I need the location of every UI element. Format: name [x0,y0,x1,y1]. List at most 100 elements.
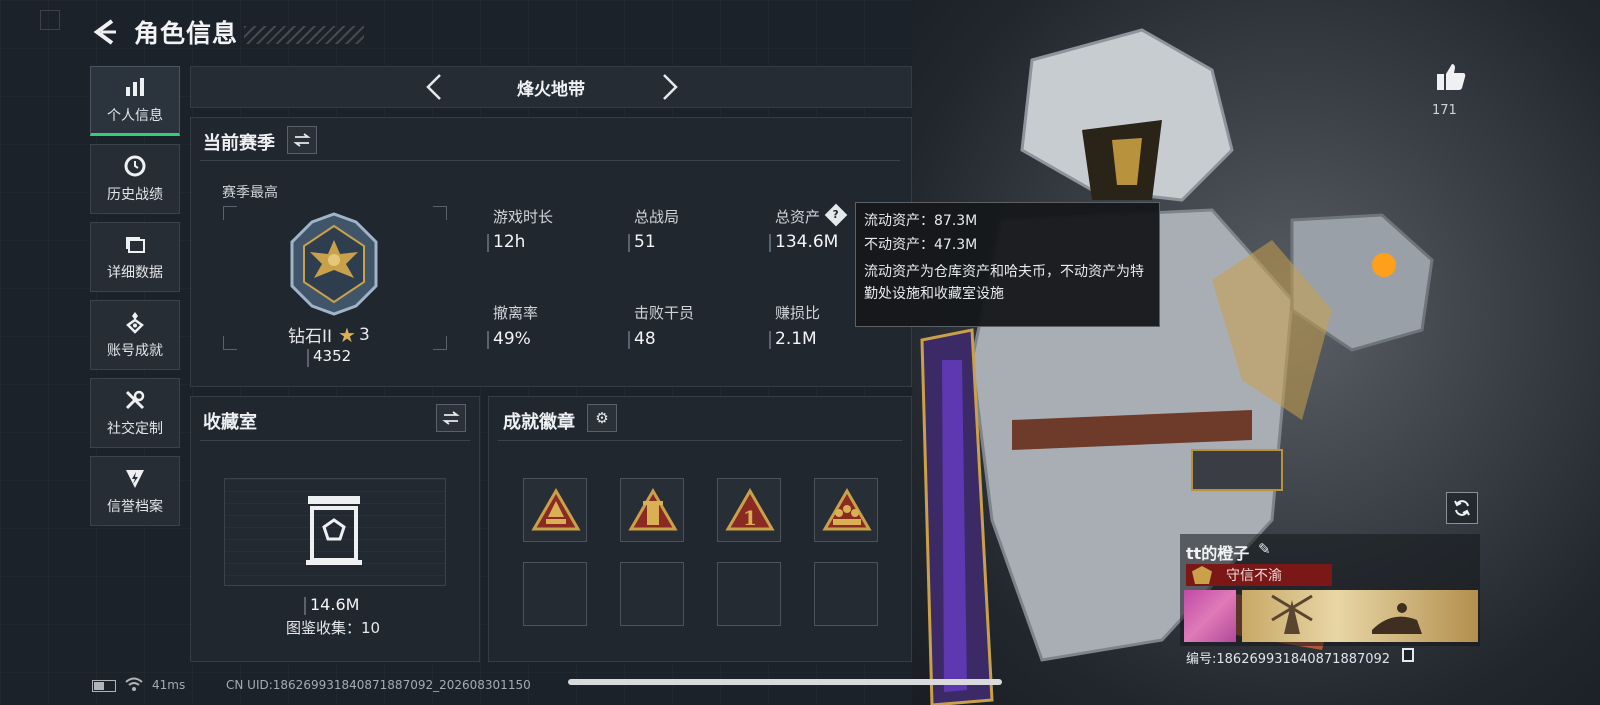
like-button[interactable] [1434,62,1468,96]
stat-value-extraction: 49% [487,329,531,349]
season-name: 烽火地带 [517,79,585,100]
home-indicator[interactable] [568,679,1002,685]
rotate-view-button[interactable] [1446,492,1478,524]
tools-icon [125,390,145,410]
stat-value-kills: 48 [628,329,656,349]
squad-badge-icon [822,488,872,531]
like-count: 171 [1432,103,1457,118]
name-card-banner[interactable] [1242,590,1478,642]
current-season-title: 当前赛季 [203,133,275,154]
thumbs-up-icon [1437,64,1466,90]
uid-text: CN UID:186269931840871887092_20260830115… [226,678,531,692]
assets-tooltip: 流动资产：87.3M 不动资产：47.3M 流动资产为仓库资产和哈夫币，不动资产… [855,202,1160,327]
shield-bolt-icon [126,470,144,488]
stat-label-assets: 总资产 [775,208,821,226]
tower-badge-icon [628,488,678,531]
edit-icon[interactable]: ✎ [1258,540,1271,558]
player-name: tt的橙子 [1186,544,1250,563]
collection-title: 收藏室 [203,412,257,433]
sidebar-item-profile[interactable]: 个人信息 [90,66,180,136]
sidebar-item-reputation[interactable]: 信誉档案 [90,456,180,526]
sidebar-item-details[interactable]: 详细数据 [90,222,180,292]
sidebar-item-label: 详细数据 [107,265,163,281]
achievement-slot-empty[interactable] [620,562,684,626]
sidebar-item-label: 历史战绩 [107,187,163,203]
section-divider [498,440,902,441]
swap-icon [293,133,311,147]
title-hatch-decoration [244,26,365,44]
page-header: 角色信息 [92,14,365,50]
season-selector: 烽火地带 [190,66,912,108]
sidebar-item-achievements[interactable]: 账号成就 [90,300,180,370]
tooltip-liquid-assets: 流动资产：87.3M [864,213,978,229]
stat-label-extraction: 撤离率 [493,304,539,322]
catalog-line: 图鉴收集：10 [286,617,380,638]
collection-value: 14.6M [303,595,360,615]
stat-label-playtime: 游戏时长 [493,208,554,226]
player-title-text: 守信不渝 [1226,568,1282,584]
achievement-badge[interactable] [620,478,684,542]
collection-switch-button[interactable] [436,404,466,432]
sidebar-item-label: 个人信息 [107,108,163,124]
rank-stars: 3 [358,324,370,345]
sidebar: 个人信息 历史战绩 详细数据 账号成就 社交定制 信誉档案 [90,66,180,534]
ping-value: 41ms [152,678,186,692]
section-divider [200,160,900,161]
stat-value-matches: 51 [628,232,656,252]
sidebar-item-label: 社交定制 [107,421,163,437]
title-emblem-icon [1192,566,1212,584]
showcase-icon [306,496,362,565]
medal-icon [126,312,144,334]
achievement-slot-empty[interactable] [814,562,878,626]
stat-label-profit-ratio: 赚损比 [775,304,821,322]
folder-icon [126,237,145,253]
rank-score: 4352 [306,347,352,367]
sidebar-item-label: 信誉档案 [107,499,163,515]
sidebar-item-label: 账号成就 [107,343,163,359]
gear-icon: ⚙ [595,409,609,427]
refresh-icon [1454,500,1470,516]
stat-label-kills: 击败干员 [634,304,695,322]
avatar-frame[interactable] [1184,590,1236,642]
chevron-left-icon[interactable] [423,72,445,102]
star-icon: ★ [338,322,356,347]
tooltip-fixed-assets: 不动资产：47.3M [864,237,978,253]
catalog-count: 10 [361,619,381,637]
rank-emblem-icon [290,212,378,316]
player-title: 守信不渝 [1186,564,1332,586]
back-arrow-icon[interactable] [92,18,120,46]
switch-season-button[interactable] [287,126,317,154]
copy-icon[interactable] [1402,648,1414,662]
achievement-slot-empty[interactable] [523,562,587,626]
achievements-settings-button[interactable]: ⚙ [587,404,617,432]
swap-icon [442,411,460,425]
rank-line: 钻石II ★ 3 [288,322,370,348]
bar-chart-icon [126,78,144,96]
tooltip-description: 流动资产为仓库资产和哈夫币，不动资产为特勤处设施和收藏室设施 [864,264,1144,302]
catalog-label: 图鉴收集： [286,619,362,637]
player-id: 编号:186269931840871887092 [1186,652,1391,667]
rank-name: 钻石II [288,327,333,347]
page-title: 角色信息 [134,19,239,48]
achievements-title: 成就徽章 [503,412,575,433]
section-divider [200,440,470,441]
number-one-badge-icon: 1 [725,488,775,531]
season-best-label: 赛季最高 [222,185,278,201]
achievement-badge[interactable] [523,478,587,542]
battery-icon [92,680,116,692]
achievement-badge[interactable] [814,478,878,542]
wifi-icon [125,677,143,691]
windmill-rider-illustration [1271,594,1422,634]
stat-value-assets: 134.6M [768,232,839,252]
stat-value-playtime: 12h [486,232,526,252]
corner-decoration [40,10,60,30]
achievement-slot-empty[interactable] [717,562,781,626]
warning-triangle-badge-icon [531,488,581,531]
stat-value-profit-ratio: 2.1M [769,329,817,349]
chevron-right-icon[interactable] [659,72,681,102]
sidebar-item-history[interactable]: 历史战绩 [90,144,180,214]
achievement-badge[interactable]: 1 [717,478,781,542]
svg-text:1: 1 [743,506,757,530]
sidebar-item-social[interactable]: 社交定制 [90,378,180,448]
clock-icon [124,155,146,177]
